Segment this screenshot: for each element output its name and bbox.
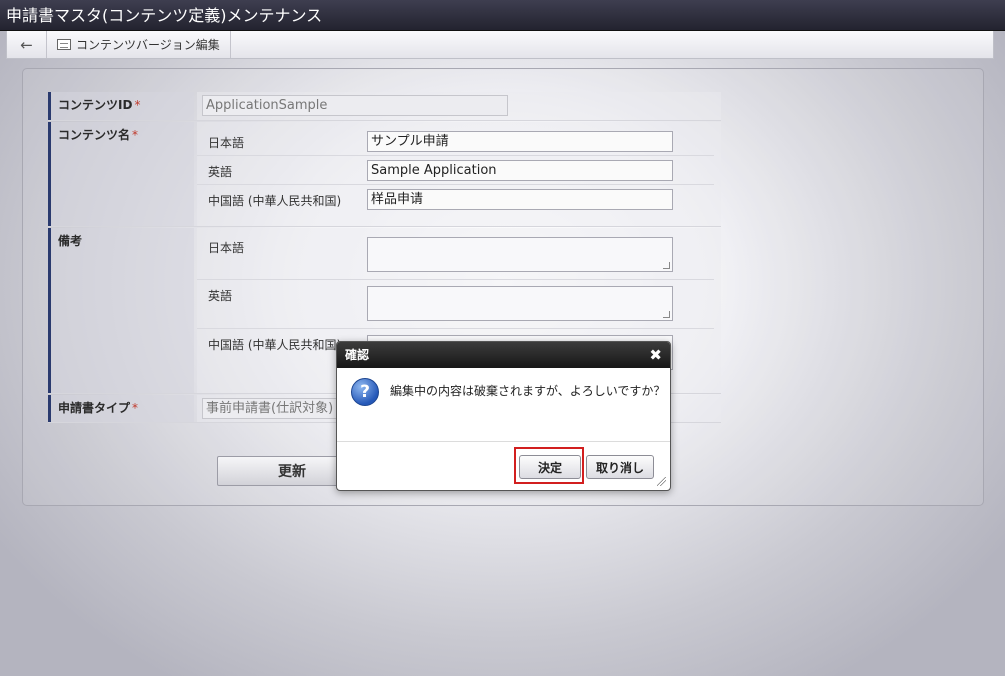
resize-grip-icon[interactable] <box>657 477 666 486</box>
tab-label: コンテンツバージョン編集 <box>76 38 220 52</box>
required-mark: * <box>132 128 139 142</box>
content-name-en: 英語 Sample Application <box>197 156 714 185</box>
dialog-title: 確認 <box>345 348 370 362</box>
toolbar: ← コンテンツバージョン編集 <box>6 31 994 59</box>
required-mark: * <box>134 98 141 112</box>
remarks-ja: 日本語 <box>197 228 714 280</box>
content-id-row: コンテンツID * ApplicationSample <box>48 92 721 121</box>
lang-label-ja: 日本語 <box>208 241 245 255</box>
content-id-field[interactable]: ApplicationSample <box>202 95 508 116</box>
dialog-message: 編集中の内容は破棄されますが、よろしいですか？ <box>390 384 666 398</box>
content-name-zh-input[interactable]: 样品申请 <box>367 189 673 210</box>
lang-label-zh: 中国語 (中華人民共和国) <box>208 338 342 352</box>
dialog-body: ? 編集中の内容は破棄されますが、よろしいですか？ <box>337 368 670 442</box>
lang-label-ja: 日本語 <box>208 136 245 150</box>
lang-label-en: 英語 <box>208 165 233 179</box>
lang-label-en: 英語 <box>208 289 233 303</box>
content-name-ja-input[interactable]: サンプル申請 <box>367 131 673 152</box>
question-icon: ? <box>351 378 379 406</box>
confirm-dialog: 確認 ✖ ? 編集中の内容は破棄されますが、よろしいですか？ 決定 取り消し <box>336 341 671 491</box>
tab-content-version-edit[interactable]: コンテンツバージョン編集 <box>47 31 231 58</box>
remarks-en: 英語 <box>197 280 714 329</box>
content-name-zh: 中国語 (中華人民共和国) 样品申请 <box>197 185 714 214</box>
content-name-en-input[interactable]: Sample Application <box>367 160 673 181</box>
content-name-ja: 日本語 サンプル申請 <box>197 127 714 156</box>
window-title: 申請書マスタ(コンテンツ定義)メンテナンス <box>0 0 1005 31</box>
required-mark: * <box>132 401 139 415</box>
back-arrow-icon[interactable]: ← <box>7 31 47 58</box>
ok-button-highlight <box>514 447 584 484</box>
content-id-label: コンテンツID * <box>48 92 194 120</box>
remarks-label: 備考 <box>48 228 194 393</box>
remarks-en-textarea[interactable] <box>367 286 673 321</box>
dialog-header: 確認 ✖ <box>337 342 670 368</box>
app-type-label: 申請書タイプ * <box>48 395 194 422</box>
document-icon <box>57 39 71 50</box>
cancel-button[interactable]: 取り消し <box>586 455 654 479</box>
remarks-ja-textarea[interactable] <box>367 237 673 272</box>
close-icon[interactable]: ✖ <box>649 342 662 368</box>
content-name-row: コンテンツ名 * 日本語 サンプル申請 英語 Sample Application… <box>48 122 721 227</box>
content-name-label: コンテンツ名 * <box>48 122 194 226</box>
lang-label-zh: 中国語 (中華人民共和国) <box>208 194 342 208</box>
